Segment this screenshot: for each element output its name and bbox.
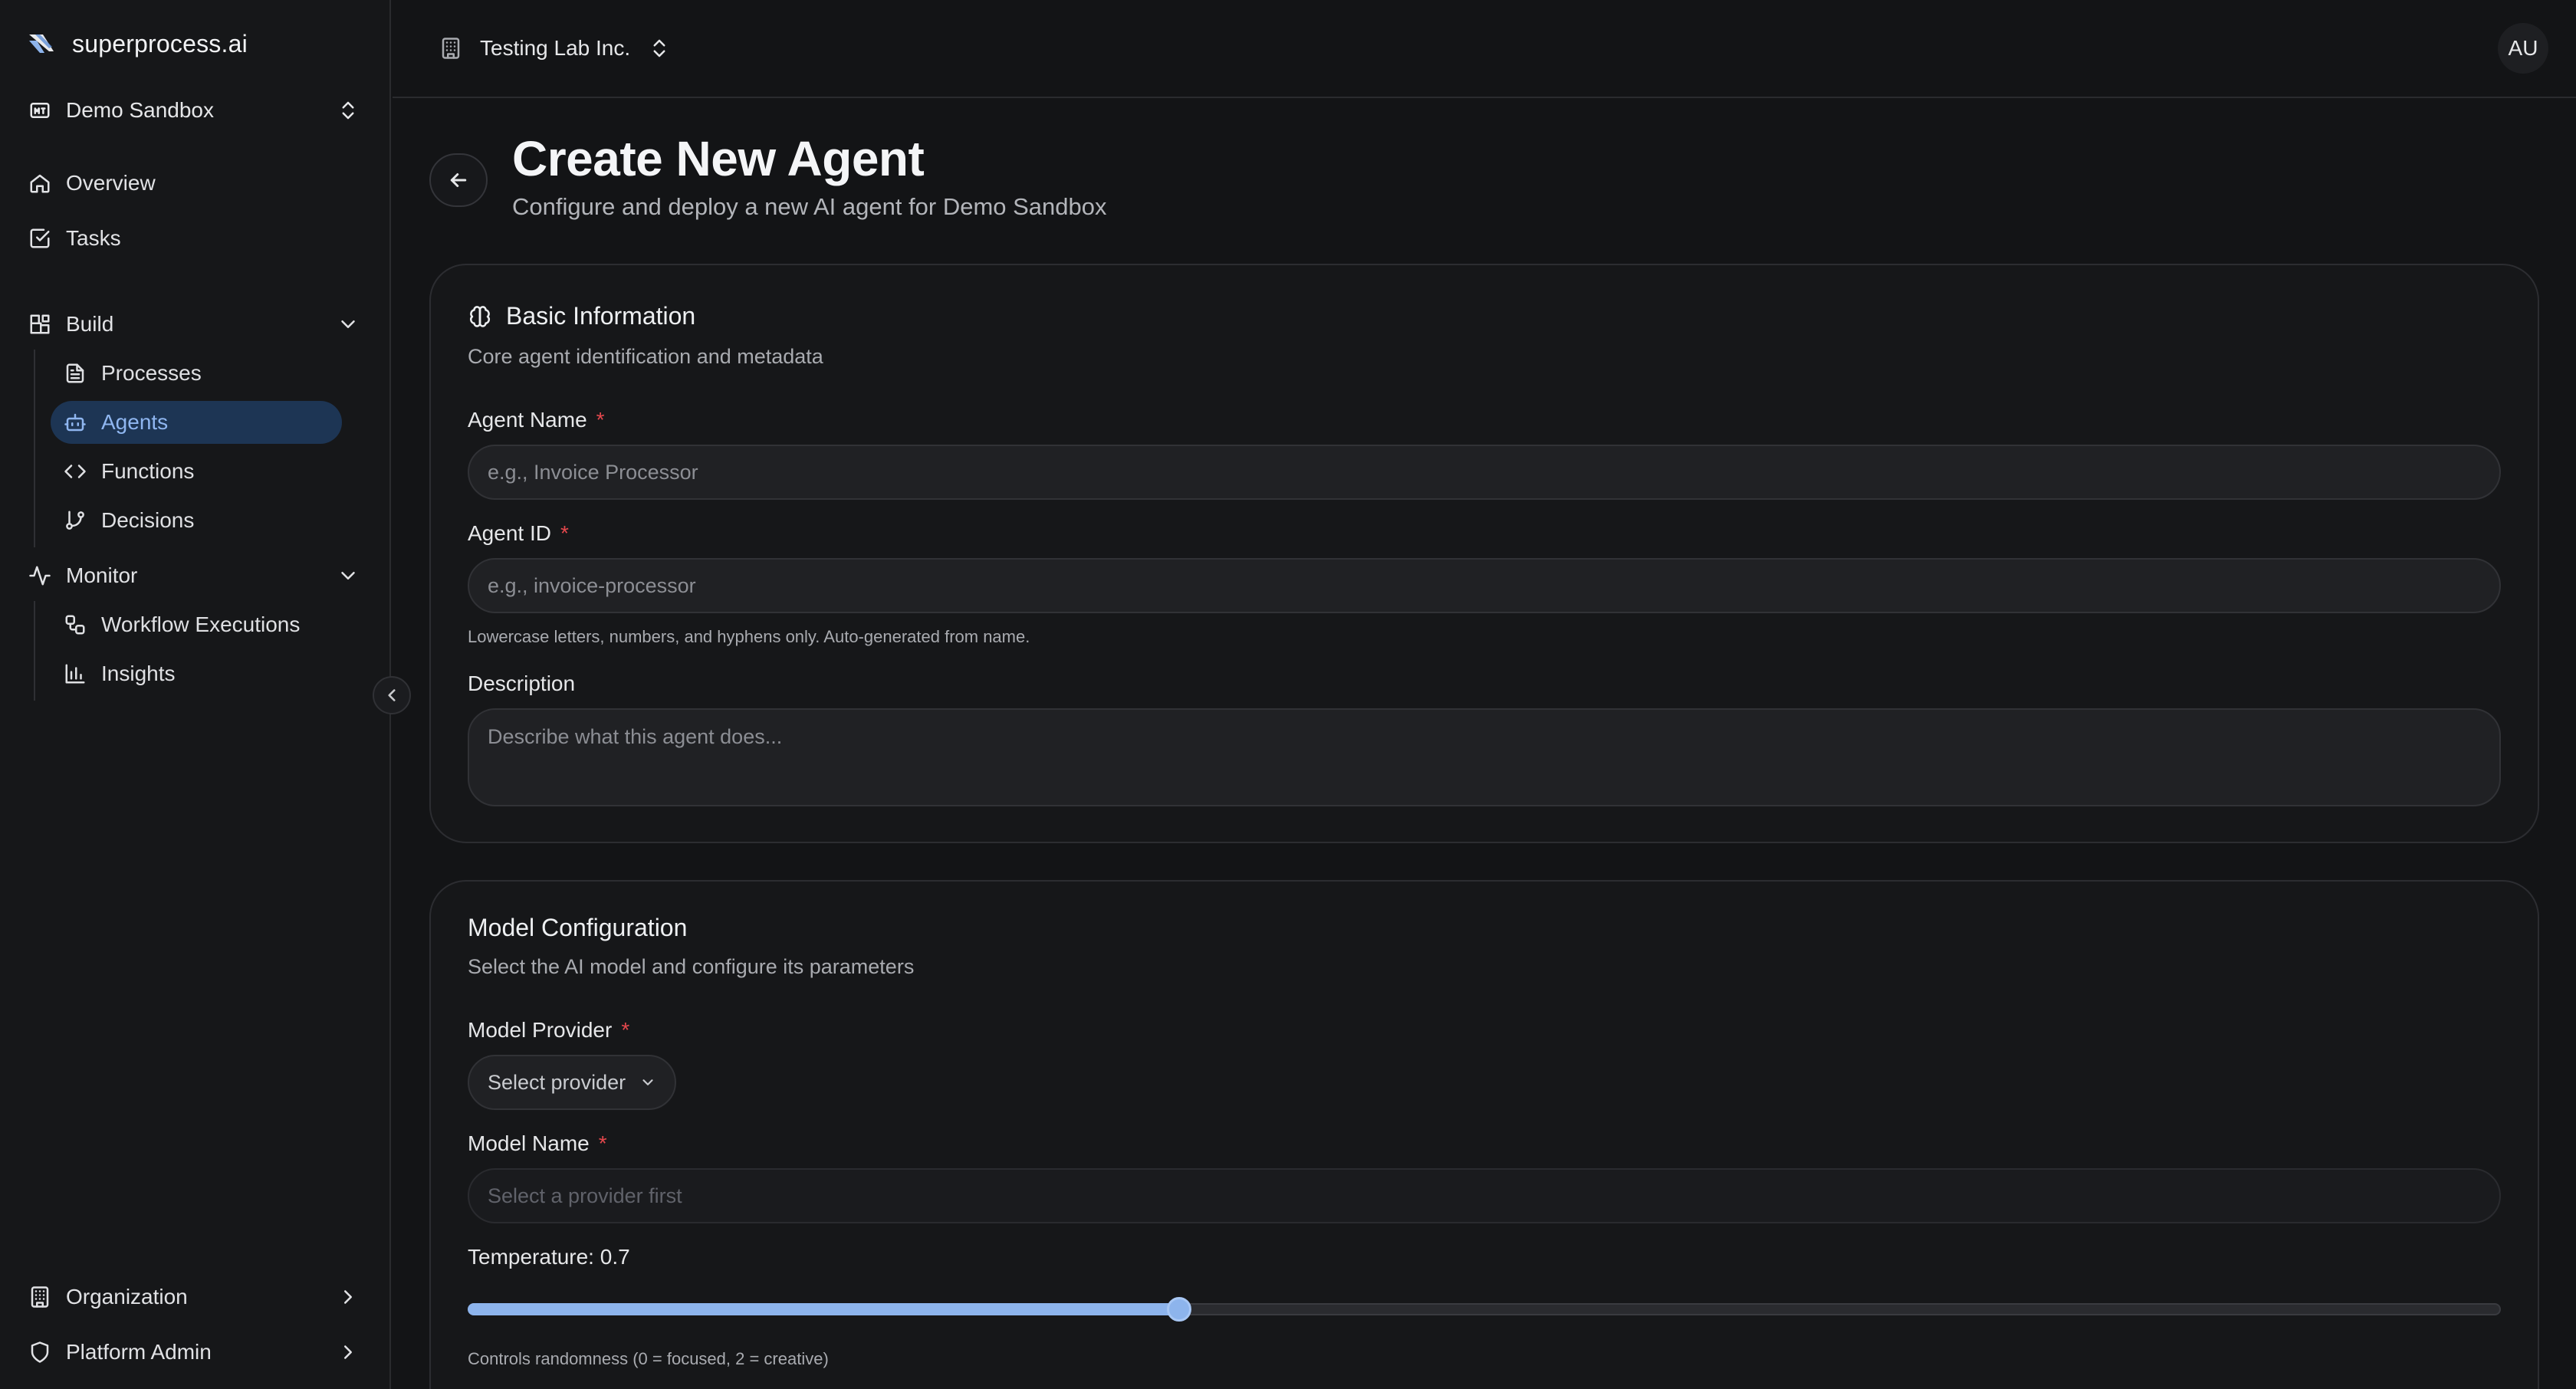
description-textarea[interactable]	[468, 708, 2501, 806]
nav-overview-label: Overview	[66, 171, 156, 195]
file-text-icon	[63, 361, 87, 386]
chevron-down-icon	[642, 1079, 653, 1085]
required-mark: *	[596, 408, 605, 432]
blocks-icon	[28, 312, 52, 337]
agent-id-label: Agent ID *	[468, 521, 569, 546]
model-configuration-card: Model Configuration Select the AI model …	[429, 880, 2539, 1389]
required-mark: *	[598, 1131, 607, 1155]
brand[interactable]: superprocess.ai	[26, 26, 248, 61]
building-icon	[439, 36, 463, 61]
description-label: Description	[468, 672, 576, 695]
topbar: Testing Lab Inc. AU	[393, 0, 2576, 98]
sidebar: superprocess.ai Demo Sandbox Overview Ta…	[0, 0, 391, 1389]
model-name-label-text: Model Name	[468, 1131, 590, 1155]
nav-build-label: Build	[66, 312, 114, 336]
nav-organization-label: Organization	[66, 1285, 188, 1309]
required-mark: *	[621, 1018, 630, 1042]
activity-icon	[28, 563, 52, 588]
brand-name: superprocess.ai	[72, 29, 248, 57]
nav-agents[interactable]: Agents	[51, 401, 342, 444]
basic-information-card: Basic Information Core agent identificat…	[429, 264, 2539, 843]
building-icon	[28, 1285, 52, 1309]
monitor-tree-line	[34, 601, 35, 701]
agent-id-input[interactable]	[468, 558, 2501, 613]
nav-platform-admin-label: Platform Admin	[66, 1340, 212, 1364]
nav-tasks[interactable]: Tasks	[23, 216, 365, 261]
git-branch-icon	[63, 508, 87, 533]
chevron-right-icon	[336, 1285, 360, 1309]
nav-decisions-label: Decisions	[101, 508, 195, 532]
agent-id-hint: Lowercase letters, numbers, and hyphens …	[468, 627, 1030, 646]
sidebar-collapse-button[interactable]	[373, 676, 411, 714]
superprocess-logo-icon	[26, 28, 57, 59]
nav-overview[interactable]: Overview	[23, 161, 365, 205]
shield-icon	[28, 1340, 52, 1364]
workspace-icon	[28, 98, 52, 123]
nav-insights[interactable]: Insights	[51, 652, 342, 695]
nav-agents-label: Agents	[101, 410, 169, 434]
home-icon	[28, 171, 52, 195]
back-button[interactable]	[429, 153, 488, 207]
chevrons-up-down-icon	[336, 98, 360, 123]
workflow-icon	[63, 612, 87, 637]
temperature-slider-fill	[468, 1303, 1179, 1315]
nav-monitor[interactable]: Monitor	[23, 553, 365, 598]
chevron-down-icon	[336, 312, 360, 337]
temperature-slider[interactable]	[468, 1295, 2501, 1323]
nav-platform-admin[interactable]: Platform Admin	[23, 1330, 365, 1374]
brain-icon	[468, 304, 492, 329]
model-configuration-description: Select the AI model and configure its pa…	[468, 955, 915, 978]
bar-chart-icon	[63, 662, 87, 686]
app-root: superprocess.ai Demo Sandbox Overview Ta…	[0, 0, 2576, 1389]
model-provider-label: Model Provider *	[468, 1018, 629, 1043]
organization-switcher[interactable]: Testing Lab Inc.	[439, 29, 672, 67]
agent-id-label-text: Agent ID	[468, 521, 551, 545]
code-icon	[63, 459, 87, 484]
agent-name-input[interactable]	[468, 445, 2501, 500]
nav-monitor-label: Monitor	[66, 563, 138, 587]
nav-functions[interactable]: Functions	[51, 450, 342, 493]
user-avatar[interactable]: AU	[2498, 23, 2548, 74]
nav-insights-label: Insights	[101, 662, 176, 685]
nav-workflow-executions-label: Workflow Executions	[101, 612, 301, 636]
chevron-left-icon	[388, 689, 396, 701]
basic-information-title: Basic Information	[468, 302, 695, 330]
nav-processes[interactable]: Processes	[51, 352, 342, 395]
basic-information-description: Core agent identification and metadata	[468, 345, 823, 368]
temperature-slider-thumb[interactable]	[1167, 1297, 1191, 1322]
model-configuration-title: Model Configuration	[468, 914, 688, 941]
chevron-down-icon	[336, 563, 360, 588]
model-name-input[interactable]	[468, 1168, 2501, 1223]
nav-workflow-executions[interactable]: Workflow Executions	[51, 603, 342, 646]
check-square-icon	[28, 226, 52, 251]
required-mark: *	[560, 521, 569, 545]
organization-name: Testing Lab Inc.	[480, 36, 631, 60]
bot-icon	[63, 410, 87, 435]
workspace-name: Demo Sandbox	[66, 98, 215, 122]
temperature-label: Temperature: 0.7	[468, 1245, 630, 1269]
agent-name-label-text: Agent Name	[468, 408, 587, 432]
chevrons-up-down-icon	[647, 36, 672, 61]
nav-functions-label: Functions	[101, 459, 195, 483]
nav-decisions[interactable]: Decisions	[51, 499, 342, 542]
temperature-hint: Controls randomness (0 = focused, 2 = cr…	[468, 1349, 829, 1368]
arrow-left-icon	[450, 173, 467, 187]
chevron-right-icon	[336, 1340, 360, 1364]
basic-information-title-text: Basic Information	[506, 302, 696, 330]
model-provider-selected-value: Select provider	[488, 1070, 626, 1094]
build-tree-line	[34, 350, 35, 547]
nav-organization[interactable]: Organization	[23, 1275, 365, 1319]
nav-build[interactable]: Build	[23, 302, 365, 346]
nav-processes-label: Processes	[101, 361, 202, 385]
page-title: Create New Agent	[512, 131, 925, 186]
agent-name-label: Agent Name *	[468, 408, 605, 432]
model-provider-label-text: Model Provider	[468, 1018, 613, 1042]
page-subtitle: Configure and deploy a new AI agent for …	[512, 193, 1107, 220]
nav-tasks-label: Tasks	[66, 226, 121, 250]
model-provider-select[interactable]: Select provider	[468, 1055, 677, 1110]
model-name-label: Model Name *	[468, 1131, 607, 1156]
workspace-switcher[interactable]: Demo Sandbox	[23, 90, 365, 130]
